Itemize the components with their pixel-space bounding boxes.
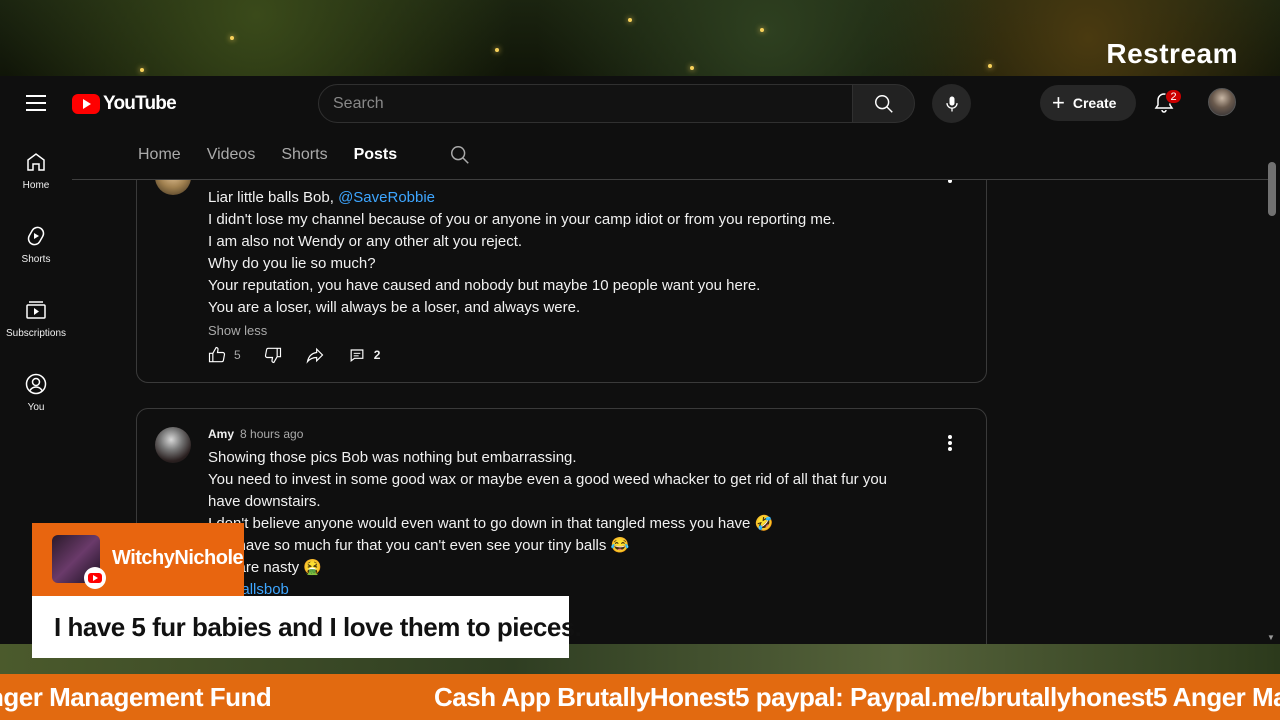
post-body: Liar little balls Bob, @SaveRobbie I did… <box>208 187 946 338</box>
sidebar-item-label: Shorts <box>21 254 51 265</box>
ticker-text: nger Management Fund <box>0 682 272 712</box>
post-text-line: You have so much fur that you can't even… <box>208 537 630 554</box>
post-text-line: I don't believe anyone would even want t… <box>208 515 774 532</box>
mention-link[interactable]: @SaveRobbie <box>338 189 435 206</box>
post-text-line: have downstairs. <box>208 493 321 510</box>
create-button[interactable]: + Create <box>1040 85 1136 121</box>
notification-count-badge: 2 <box>1165 89 1182 104</box>
sparkle <box>690 66 694 70</box>
dislike-button[interactable] <box>263 345 283 365</box>
chat-message-card: I have 5 fur babies and I love them to p… <box>32 596 582 658</box>
post-author-name[interactable]: Amy <box>208 427 234 441</box>
youtube-logo-text: YouTube <box>103 93 177 114</box>
more-options-icon[interactable] <box>948 180 952 183</box>
youtube-play-icon <box>72 94 100 114</box>
post-author-avatar[interactable] <box>155 427 191 463</box>
shorts-icon <box>27 226 45 246</box>
stream-background-top <box>0 0 1280 76</box>
sparkle <box>760 28 764 32</box>
ticker-text: Cash App BrutallyHonest5 paypal: Paypal.… <box>434 682 1280 712</box>
post-body: Amy 8 hours ago Showing those pics Bob wa… <box>208 427 946 620</box>
chat-message-text: I have 5 fur babies and I love them to p… <box>54 612 582 642</box>
create-label: Create <box>1072 95 1117 111</box>
post-meta: Amy 8 hours ago <box>208 427 946 441</box>
youtube-logo[interactable]: YouTube <box>72 93 177 115</box>
microphone-icon <box>945 96 958 111</box>
sidebar-item-subscriptions[interactable]: Subscriptions <box>0 278 72 352</box>
share-icon <box>306 347 324 364</box>
post-text-line: I didn't lose my channel because of you … <box>208 211 836 228</box>
menu-icon[interactable] <box>26 95 46 111</box>
reply-count: 2 <box>373 348 381 362</box>
donation-ticker: nger Management Fund Cash App BrutallyHo… <box>0 674 1280 720</box>
sidebar-item-home[interactable]: Home <box>0 130 72 204</box>
masthead: YouTube + Create 2 <box>0 76 1280 130</box>
channel-search-icon[interactable] <box>449 144 471 166</box>
subscriptions-icon <box>26 301 46 319</box>
sparkle <box>230 36 234 40</box>
post-actions: 5 2 <box>207 343 402 367</box>
search-icon <box>874 94 893 113</box>
post-text-line: You need to invest in some good wax or m… <box>208 471 888 488</box>
scrollbar-thumb[interactable] <box>1268 162 1276 216</box>
share-button[interactable] <box>305 345 325 365</box>
tab-posts[interactable]: Posts <box>354 130 398 180</box>
sidebar-item-label: Subscriptions <box>5 328 67 339</box>
comment-icon <box>350 349 364 362</box>
youtube-badge-icon <box>84 567 106 589</box>
post-text-line: I am also not Wendy or any other alt you… <box>208 233 523 250</box>
post-author-avatar[interactable] <box>155 180 191 195</box>
sparkle <box>140 68 144 72</box>
post-text-line: You are nasty 🤮 <box>208 559 323 576</box>
post-text-line: Showing those pics Bob was nothing but e… <box>208 449 577 466</box>
tab-shorts[interactable]: Shorts <box>281 130 327 180</box>
replies-button[interactable]: 2 <box>347 345 381 365</box>
sparkle <box>628 18 632 22</box>
thumbs-up-icon <box>208 346 226 363</box>
tab-videos[interactable]: Videos <box>207 130 256 180</box>
thumbs-down-icon <box>264 347 281 364</box>
sparkle <box>988 64 992 68</box>
search-input[interactable] <box>319 85 852 122</box>
post-text-line: Your reputation, you have caused and nob… <box>208 277 761 294</box>
post-text-line: You are a loser, will always be a loser,… <box>208 299 581 316</box>
chat-username-card: WitchyNichole <box>32 523 244 597</box>
scroll-down-arrow-icon[interactable]: ▼ <box>1267 633 1275 642</box>
post-timestamp[interactable]: 8 hours ago <box>240 427 303 441</box>
like-button[interactable]: 5 <box>207 345 241 365</box>
post-text-line: Why do you lie so much? <box>208 255 376 272</box>
show-less-link[interactable]: Show less <box>208 323 946 338</box>
plus-icon: + <box>1052 90 1065 115</box>
channel-tabs: Home Videos Shorts Posts <box>138 130 471 180</box>
restream-logo: Restream <box>1106 38 1238 69</box>
chat-username: WitchyNichole <box>112 547 244 569</box>
sidebar-item-label: You <box>27 402 45 413</box>
sidebar-item-you[interactable]: You <box>0 352 72 426</box>
like-count: 5 <box>234 348 241 362</box>
more-options-icon[interactable] <box>948 435 952 451</box>
sidebar-item-label: Home <box>22 180 50 191</box>
post-text-line: Liar little balls Bob, @SaveRobbie <box>208 189 436 206</box>
home-icon <box>27 153 45 171</box>
search-button[interactable] <box>852 84 915 123</box>
sidebar: Home Shorts Subscriptions You <box>0 130 72 426</box>
voice-search-button[interactable] <box>932 84 971 123</box>
search-box <box>318 84 853 123</box>
tab-home[interactable]: Home <box>138 130 181 180</box>
sidebar-item-shorts[interactable]: Shorts <box>0 204 72 278</box>
post-card: Liar little balls Bob, @SaveRobbie I did… <box>136 180 987 383</box>
account-avatar[interactable] <box>1208 88 1236 116</box>
posts-feed: Liar little balls Bob, @SaveRobbie I did… <box>72 180 1268 644</box>
user-circle-icon <box>25 373 47 395</box>
sparkle <box>495 48 499 52</box>
